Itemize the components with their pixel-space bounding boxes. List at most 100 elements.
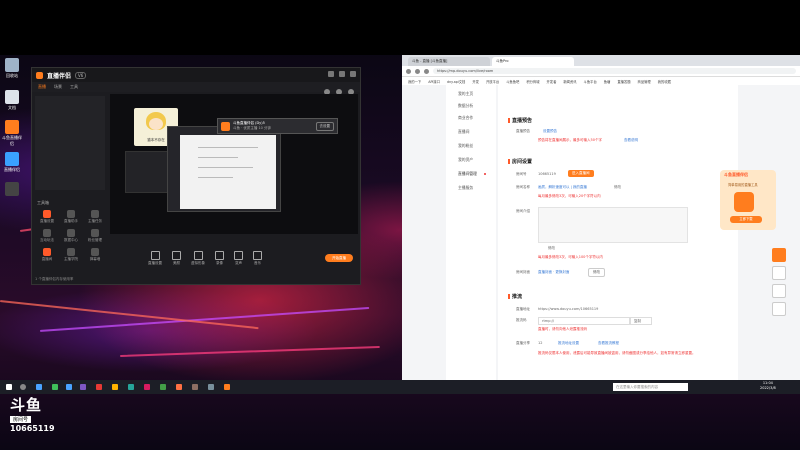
taskbar-app-icon[interactable] <box>112 384 118 390</box>
tools-heading: 工具箱 <box>37 200 49 205</box>
scene-list <box>35 96 105 190</box>
avatar-icon <box>193 250 203 260</box>
bookmark[interactable]: 开发 <box>472 79 479 84</box>
tab-scene[interactable]: 场景 <box>54 84 62 90</box>
bookmark[interactable]: 鱼塘 <box>604 79 611 84</box>
tool-item[interactable]: 直播设置 <box>35 210 59 224</box>
bookmark[interactable]: 我的一下 <box>408 79 421 84</box>
start-live-button[interactable]: 开始直播 <box>325 254 353 262</box>
taskbar-app-icon[interactable] <box>80 384 86 390</box>
popup-button[interactable]: 去设置 <box>315 121 334 131</box>
bookmark[interactable]: 开发者 <box>547 79 557 84</box>
top-letterbox <box>0 0 800 55</box>
desktop-icon-live-assistant[interactable]: 直播伴侣 <box>2 152 22 173</box>
forward-icon[interactable] <box>415 68 420 74</box>
taskbar-app-icon[interactable] <box>36 384 42 390</box>
edit-name-link[interactable]: 修改 <box>614 185 621 190</box>
sidebar-item[interactable]: 主播服务 <box>458 185 473 191</box>
tool-item[interactable]: 数据中心 <box>59 229 83 243</box>
tool-item[interactable]: 直播助手 <box>59 210 83 224</box>
desktop-icon-documents[interactable]: 文档 <box>2 90 22 111</box>
stream-address: https://www.douyu.com/10665119 <box>538 307 599 311</box>
minimize-icon[interactable] <box>328 71 334 77</box>
start-icon[interactable] <box>6 384 12 390</box>
tool-item[interactable]: 互动玩法 <box>35 229 59 243</box>
taskbar-app-icon[interactable] <box>144 384 150 390</box>
tool-item[interactable]: 粉丝管理 <box>83 229 107 243</box>
taskbar-app-icon[interactable] <box>208 384 214 390</box>
sidebar-item[interactable]: 我的资产 <box>458 157 473 163</box>
tool-item[interactable]: 直播间 <box>35 248 59 262</box>
refresh-icon[interactable] <box>424 68 429 74</box>
stream-key-input[interactable]: rtmp:// <box>538 317 630 325</box>
taskbar-app-icon[interactable] <box>52 384 58 390</box>
studio-brand: 直播伴侣 <box>47 72 72 80</box>
live-fab-icon[interactable] <box>772 248 786 262</box>
back-icon[interactable] <box>406 68 411 74</box>
desktop-icon-other[interactable] <box>2 182 22 197</box>
bookmark[interactable]: 我的收藏 <box>658 79 671 84</box>
tool-item[interactable]: 主播任务 <box>83 210 107 224</box>
taskbar-app-icon[interactable] <box>128 384 134 390</box>
taskbar-app-icon[interactable] <box>192 384 198 390</box>
taskbar-app-icon[interactable] <box>66 384 72 390</box>
bookmark[interactable]: 开放平台 <box>486 79 499 84</box>
promo-card[interactable]: 斗鱼直播伴侣 简单易用的直播工具 立即下载 <box>720 170 776 230</box>
preview-help-link[interactable]: 查看说明 <box>624 138 638 143</box>
toolbar-item[interactable]: 虚拟形象 <box>191 250 205 266</box>
section-title-preview: 直播预告 <box>507 118 533 124</box>
toolbar-item[interactable]: 直播设置 <box>148 250 162 266</box>
room-intro-textarea[interactable] <box>538 207 688 243</box>
bookmark[interactable]: 直播答题 <box>617 79 630 84</box>
home-fab-icon[interactable] <box>772 266 786 280</box>
taskbar-app-icon[interactable] <box>224 384 230 390</box>
sidebar-item[interactable]: 数据分析 <box>458 103 473 109</box>
close-icon[interactable] <box>350 71 356 77</box>
toolbar-item[interactable]: 录像 <box>215 250 224 266</box>
field-label: 直播分享 <box>516 341 530 345</box>
sidebar-item-active[interactable]: 直播间管理 <box>458 171 477 177</box>
copy-key-button[interactable]: 复制 <box>630 317 652 325</box>
stream-settings-link[interactable]: 推流地址设置 <box>558 341 579 346</box>
browser-tab-active[interactable]: 斗鱼Pro <box>492 57 574 66</box>
bookmark[interactable]: 斗鱼鱼吧 <box>506 79 519 84</box>
taskbar-app-icon[interactable] <box>160 384 166 390</box>
room-number: 10665119 <box>538 172 556 176</box>
toolbar-item[interactable]: 变声 <box>234 250 243 266</box>
maximize-icon[interactable] <box>339 71 345 77</box>
bookmark[interactable]: 积分商城 <box>526 79 539 84</box>
bookmark[interactable]: 新闻资讯 <box>563 79 576 84</box>
search-icon[interactable] <box>20 384 26 390</box>
taskbar-app-icon[interactable] <box>176 384 182 390</box>
toolbar-item[interactable]: 美颜 <box>172 250 181 266</box>
change-cover-button[interactable]: 修改 <box>588 268 605 277</box>
tab-tools[interactable]: 工具 <box>70 84 78 90</box>
promo-download-button[interactable]: 立即下载 <box>730 216 762 223</box>
taskbar-app-icon[interactable] <box>96 384 102 390</box>
sidebar-item[interactable]: 直播间 <box>458 129 469 135</box>
desktop-icon-recycle[interactable]: 回收站 <box>2 58 22 79</box>
desktop-icon-douyu-studio[interactable]: 斗鱼直播伴侣 <box>2 120 22 147</box>
help-fab-icon[interactable] <box>772 302 786 316</box>
taskbar-clock[interactable]: 11:04 2022/3/8 <box>760 381 776 391</box>
browser-tab[interactable]: 斗鱼 - 直播 [斗鱼直播] <box>408 57 490 66</box>
cover-link[interactable]: 直播封面 · 更换封面 <box>538 270 569 275</box>
stream-key-hint: 直播时，请勿向他人泄露推流码 <box>538 327 587 331</box>
bookmark[interactable]: 商品管理 <box>638 79 651 84</box>
bookmark[interactable]: 斗鱼平台 <box>584 79 597 84</box>
tab-live[interactable]: 直播 <box>38 84 46 90</box>
preview-setting[interactable]: 设置预告 <box>543 129 557 134</box>
bookmark[interactable]: API接口 <box>428 79 440 84</box>
sidebar-item[interactable]: 我的粉丝 <box>458 143 473 149</box>
sidebar-item[interactable]: 我的主页 <box>458 91 473 97</box>
app-icon <box>5 182 19 196</box>
share-fab-icon[interactable] <box>772 284 786 298</box>
address-input[interactable]: https://mp.douyu.com/live/room <box>433 68 796 74</box>
taskbar-search-input[interactable]: 在这里输入你要搜索的内容 <box>613 383 688 391</box>
edit-intro-link[interactable]: 修改 <box>548 246 555 251</box>
bookmark[interactable]: dny.api文档 <box>447 79 465 84</box>
toolbar-item[interactable]: 音乐 <box>253 250 262 266</box>
sidebar-item[interactable]: 商业合作 <box>458 115 473 121</box>
stream-tutorial-link[interactable]: 查看推流教程 <box>598 341 619 346</box>
enter-room-button[interactable]: 进入直播间 <box>568 170 594 177</box>
